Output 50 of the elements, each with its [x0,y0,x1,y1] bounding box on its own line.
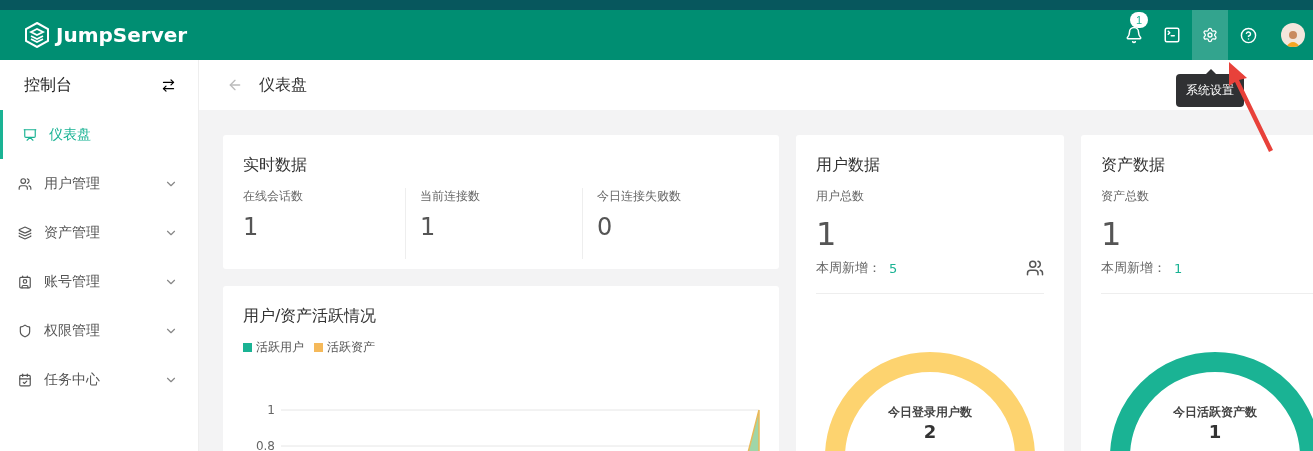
sidebar-item[interactable]: 用户管理 [0,159,198,208]
card-title: 实时数据 [243,155,308,176]
legend-item[interactable]: 活跃资产 [314,339,375,356]
total-value: 1 [1101,215,1123,253]
dashboard-icon [23,127,37,142]
total-label: 资产总数 [1101,188,1150,205]
sidebar-item[interactable]: 资产管理 [0,208,198,257]
donut-value: 2 [923,421,937,443]
switch-icon[interactable] [161,77,176,93]
settings-icon [1202,27,1218,43]
terminal-icon [1163,26,1181,44]
weekly-label: 本周新增： [816,259,881,277]
sidebar-item[interactable]: 任务中心 [0,355,198,404]
users-icon [18,176,32,191]
avatar[interactable] [1281,23,1305,47]
donut-value: 1 [1208,421,1222,443]
logo-icon [24,22,50,48]
total-label: 用户总数 [816,188,865,205]
sidebar-item[interactable]: 账号管理 [0,257,198,306]
bell-icon [1125,26,1143,44]
stat-label: 在线会话数 [243,188,304,205]
calendar-icon [18,372,32,387]
stat-label: 当前连接数 [420,188,481,205]
page-title: 仪表盘 [259,74,307,96]
sidebar-title: 控制台 [24,74,72,96]
axis-tick-label: 1 [267,403,275,417]
stat-value: 1 [243,213,260,241]
sidebar-item[interactable]: 权限管理 [0,306,198,355]
stat-label: 今日连接失败数 [597,188,682,205]
tooltip-caret [1206,69,1216,74]
total-value: 1 [816,215,838,253]
axis-tick-label: 0.8 [255,439,275,451]
settings-button[interactable] [1192,10,1228,60]
help-icon [1239,26,1257,44]
donut-label: 今日活跃资产数 [1173,404,1257,421]
logo[interactable]: JumpServer [24,22,188,48]
layers-icon [18,225,32,240]
legend-item[interactable]: 活跃用户 [243,339,304,356]
shield-icon [18,323,32,338]
card-title: 用户数据 [816,155,881,176]
notification-badge: 1 [1130,12,1149,28]
weekly-value: 5 [889,260,898,276]
card-title: 资产数据 [1101,155,1166,176]
weekly-label: 本周新增： [1101,259,1166,277]
stat-value: 1 [420,213,437,241]
contact-card-icon [18,274,32,289]
donut-label: 今日登录用户数 [888,404,972,421]
stat-value: 0 [597,213,614,241]
card-title: 用户/资产活跃情况 [243,306,378,327]
weekly-value: 1 [1174,260,1183,276]
